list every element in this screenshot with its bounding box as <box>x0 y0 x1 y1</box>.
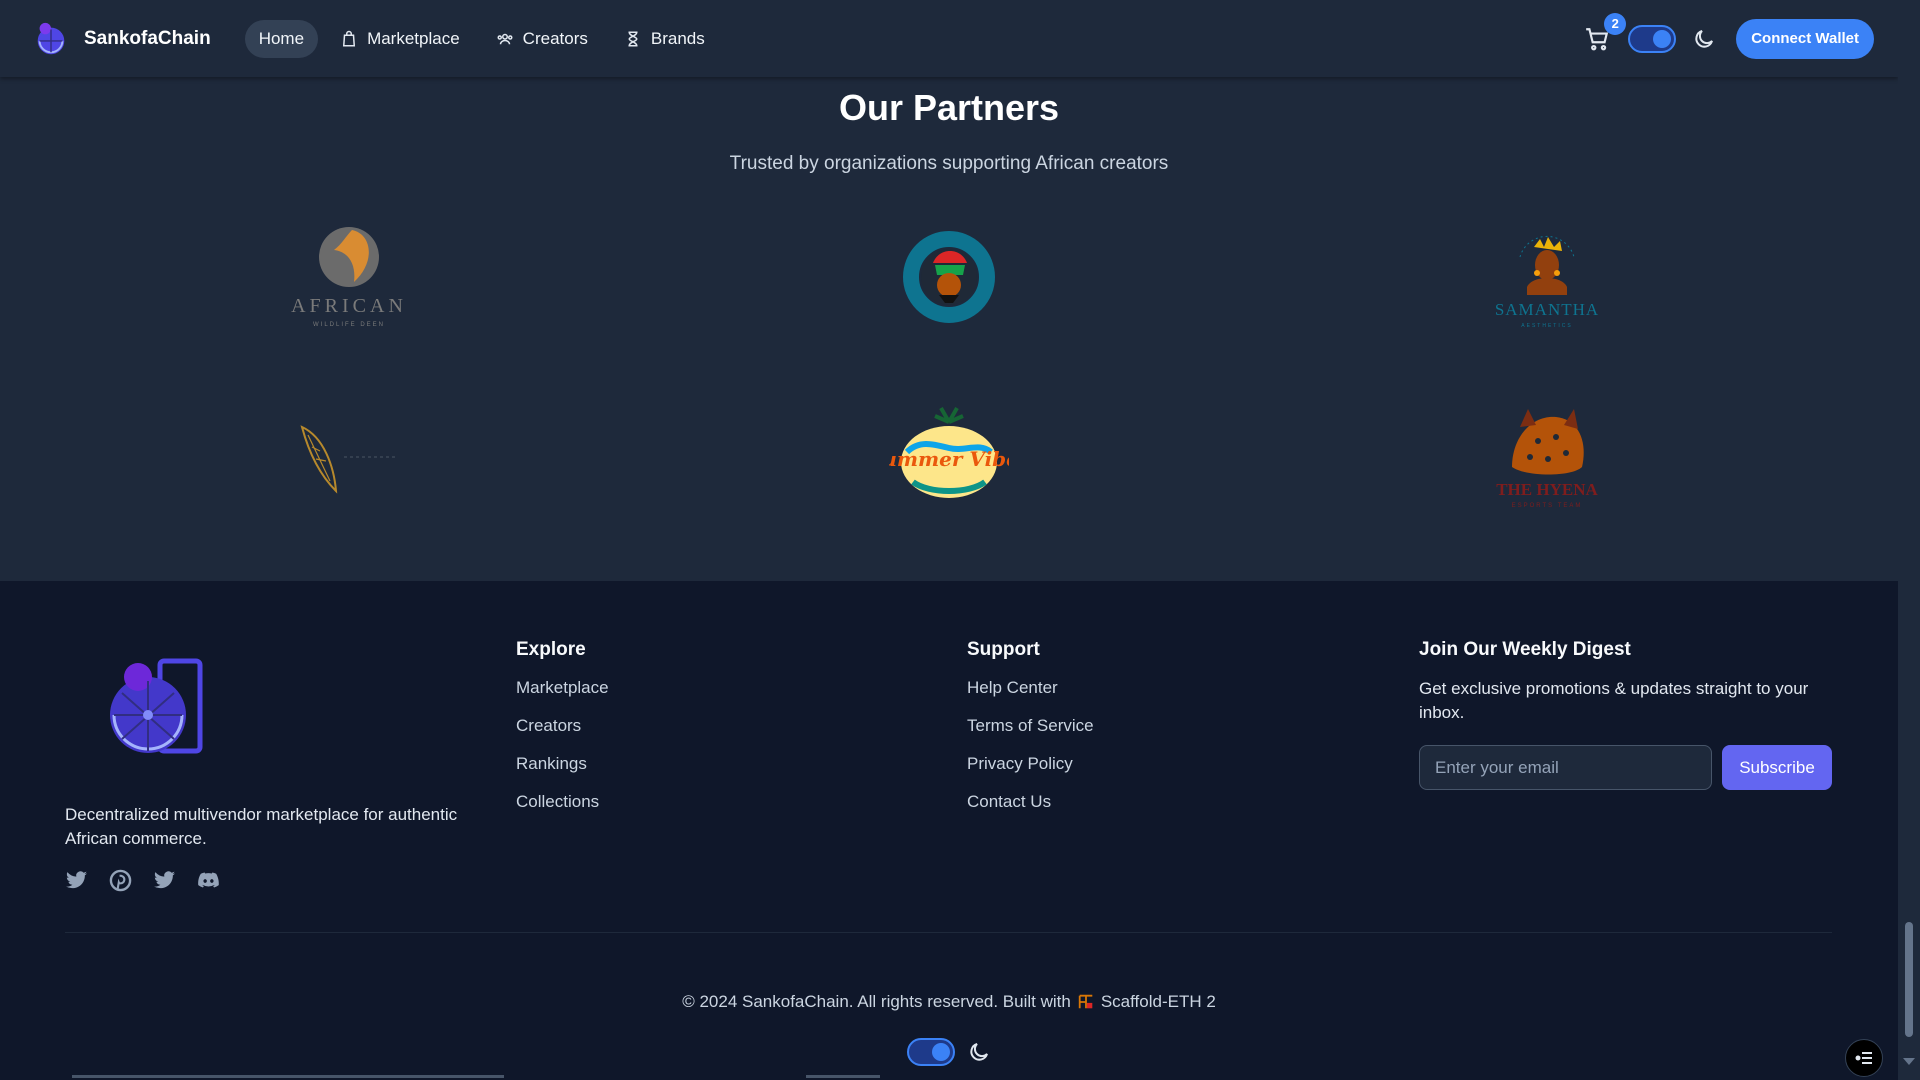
scaffold-icon <box>1078 994 1093 1009</box>
scroll-down-arrow-icon[interactable] <box>1903 1058 1915 1065</box>
hyena-wordmark: THE HYENA <box>1496 480 1598 499</box>
discord-icon[interactable] <box>197 869 220 892</box>
moon-icon <box>1695 29 1714 48</box>
horizontal-scroll-indicator <box>806 1075 880 1078</box>
support-column: Support Help Center Terms of Service Pri… <box>967 639 1094 829</box>
hourglass-icon <box>628 31 638 46</box>
scrollbar-thumb[interactable] <box>1905 922 1913 1037</box>
footer-link-marketplace[interactable]: Marketplace <box>516 677 609 715</box>
users-icon <box>497 33 513 44</box>
footer: Decentralized multivendor marketplace fo… <box>0 581 1898 1080</box>
summer-vibes-logo[interactable]: Summer Vibes <box>884 397 1014 517</box>
explore-column: Explore Marketplace Creators Rankings Co… <box>516 639 609 829</box>
partners-subtitle: Trusted by organizations supporting Afri… <box>729 153 1169 174</box>
subscribe-button[interactable]: Subscribe <box>1722 745 1832 790</box>
footer-link-contact[interactable]: Contact Us <box>967 791 1094 829</box>
footer-link-privacy[interactable]: Privacy Policy <box>967 753 1094 791</box>
brand[interactable]: SankofaChain <box>32 20 211 58</box>
feather-logo[interactable] <box>284 397 414 517</box>
partners-title: Our Partners <box>838 87 1060 128</box>
summer-vibes-image: Summer Vibes <box>889 407 1009 498</box>
footer-link-terms[interactable]: Terms of Service <box>967 715 1094 753</box>
email-input[interactable] <box>1419 745 1712 790</box>
copyright: © 2024 SankofaChain. All rights reserved… <box>0 992 1898 1012</box>
newsletter-text: Get exclusive promotions & updates strai… <box>1419 679 1809 722</box>
feather-image <box>300 425 398 494</box>
nav-home[interactable]: Home <box>244 19 319 58</box>
nav-marketplace[interactable]: Marketplace <box>326 20 474 58</box>
samantha-aesthetics-logo[interactable]: SAMANTHA AESTHETICS <box>1482 217 1612 337</box>
footer-theme-toggle[interactable] <box>907 1038 955 1066</box>
footer-description: Decentralized multivendor marketplace fo… <box>65 805 458 848</box>
newsletter-section: Join Our Weekly Digest Get exclusive pro… <box>1419 639 1839 790</box>
vertical-scrollbar[interactable] <box>1898 0 1920 1080</box>
scaffold-label: Scaffold-ETH 2 <box>1100 992 1216 1011</box>
cart-button[interactable]: 2 <box>1582 12 1627 54</box>
pinterest-icon[interactable] <box>109 869 132 892</box>
newsletter-title: Join Our Weekly Digest <box>1419 639 1631 660</box>
african-wildlife-logo[interactable]: AFRICAN WILDLIFE DEEN <box>284 217 414 337</box>
samantha-wordmark: SAMANTHA <box>1495 300 1599 319</box>
top-navbar: SankofaChain Home Marketplace Creators B… <box>0 0 1898 77</box>
twitter-icon[interactable] <box>65 869 88 892</box>
partners-section: Our Partners Trusted by organizations su… <box>0 77 1898 581</box>
connect-wallet-button[interactable]: Connect Wallet <box>1736 18 1874 59</box>
list-icon <box>1855 1052 1872 1064</box>
newsletter-form: Subscribe <box>1419 745 1839 790</box>
shopping-bag-icon <box>343 30 356 46</box>
footer-theme-row <box>0 1038 1898 1066</box>
scaffold-eth-link[interactable]: Scaffold-ETH 2 <box>1077 992 1216 1012</box>
the-hyena-image: THE HYENA ESPORTS TEAM <box>1496 409 1598 509</box>
menu-toggle-button[interactable] <box>1845 1039 1883 1077</box>
footer-link-rankings[interactable]: Rankings <box>516 753 609 791</box>
zulu-warrior-image <box>903 231 995 323</box>
nav-marketplace-label: Marketplace <box>367 28 460 48</box>
copyright-text: © 2024 SankofaChain. All rights reserved… <box>682 992 1071 1011</box>
nav-brands[interactable]: Brands <box>610 20 719 58</box>
social-links <box>65 869 220 892</box>
theme-toggle[interactable] <box>1628 24 1677 53</box>
samantha-image: SAMANTHA AESTHETICS <box>1495 235 1599 329</box>
footer-divider <box>65 932 1832 933</box>
summer-vibes-wordmark: Summer Vibes <box>889 447 1009 471</box>
nav-creators[interactable]: Creators <box>482 20 602 58</box>
african-wildlife-image: AFRICAN WILDLIFE DEEN <box>291 227 407 328</box>
footer-link-collections[interactable]: Collections <box>516 791 609 829</box>
support-title: Support <box>967 639 1040 660</box>
african-wordmark: AFRICAN <box>291 295 407 317</box>
nav-right: 2 Connect Wallet <box>1582 12 1874 59</box>
sankofa-footer-logo-icon <box>110 658 203 754</box>
sankofa-logo-icon <box>37 22 65 54</box>
the-hyena-logo[interactable]: THE HYENA ESPORTS TEAM <box>1482 397 1612 517</box>
horizontal-scroll-indicator <box>72 1075 504 1078</box>
twitter-icon[interactable] <box>153 869 176 892</box>
brand-name: SankofaChain <box>84 27 211 49</box>
nav-brands-label: Brands <box>650 28 705 48</box>
toggle-knob <box>932 1043 950 1061</box>
nav-home-label: Home <box>258 28 305 48</box>
hyena-subtext: ESPORTS TEAM <box>1512 503 1583 509</box>
cart-count-badge: 2 <box>1604 12 1627 35</box>
african-subtext: WILDLIFE DEEN <box>313 322 385 328</box>
moon-icon <box>970 1043 988 1061</box>
toggle-knob <box>1653 29 1672 48</box>
explore-title: Explore <box>516 639 586 660</box>
nav-creators-label: Creators <box>522 28 588 48</box>
footer-link-help-center[interactable]: Help Center <box>967 677 1094 715</box>
footer-link-creators[interactable]: Creators <box>516 715 609 753</box>
samantha-subtext: AESTHETICS <box>1521 323 1572 329</box>
zulu-warrior-logo[interactable] <box>884 217 1014 337</box>
nav-links: Home Marketplace Creators Brands <box>244 19 719 58</box>
